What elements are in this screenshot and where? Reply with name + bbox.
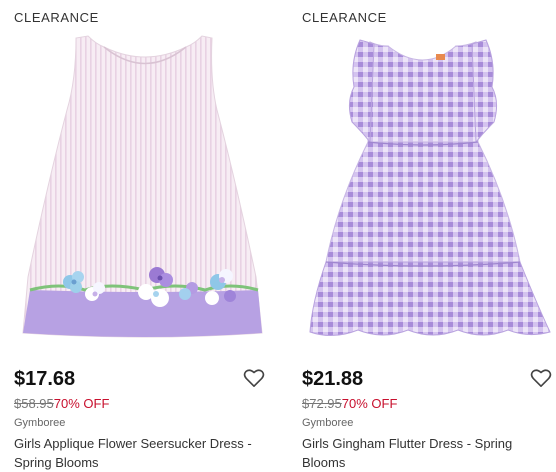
- original-price: $58.95: [14, 396, 54, 411]
- product-card[interactable]: CLEARANCE $17.68 $58.9570% OFF Gymboree …: [0, 0, 278, 471]
- clearance-badge: CLEARANCE: [302, 10, 387, 25]
- price-details: $58.9570% OFF: [14, 396, 109, 411]
- heart-outline-icon[interactable]: [243, 368, 265, 388]
- product-image[interactable]: [288, 32, 556, 347]
- sale-price: $21.88: [302, 368, 364, 390]
- heart-outline-icon[interactable]: [530, 368, 552, 388]
- brand-name: Gymboree: [302, 417, 354, 429]
- discount-label: 70% OFF: [341, 396, 398, 411]
- product-title-link[interactable]: Girls Gingham Flutter Dress - Spring Blo…: [302, 434, 550, 472]
- discount-label: 70% OFF: [53, 396, 110, 411]
- price-details: $72.9570% OFF: [302, 396, 397, 411]
- original-price: $72.95: [302, 396, 342, 411]
- sale-price: $17.68: [14, 368, 76, 390]
- product-title-link[interactable]: Girls Applique Flower Seersucker Dress -…: [14, 434, 272, 472]
- product-image[interactable]: [0, 32, 278, 347]
- product-card[interactable]: CLEARANCE $21.88 $72.9570% OFF Gymboree …: [288, 0, 556, 471]
- clearance-badge: CLEARANCE: [14, 10, 99, 25]
- brand-name: Gymboree: [14, 417, 66, 429]
